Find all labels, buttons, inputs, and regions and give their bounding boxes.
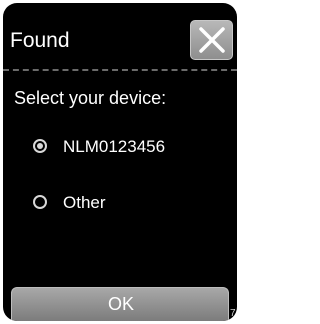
header-divider: [3, 69, 237, 71]
device-option-other[interactable]: Other: [33, 190, 213, 216]
close-button[interactable]: [190, 20, 233, 60]
close-icon: [199, 27, 225, 53]
device-screen: Found Select your device: NLM0123456 Oth…: [3, 3, 237, 321]
device-option-nlm0123456[interactable]: NLM0123456: [33, 134, 213, 160]
radio-dot-icon: [37, 143, 43, 149]
ok-button[interactable]: OK: [11, 287, 229, 321]
radio-button[interactable]: [33, 195, 47, 209]
page-title: Found: [10, 29, 70, 52]
device-frame: Found Select your device: NLM0123456 Oth…: [0, 0, 240, 324]
header-bar: Found: [3, 3, 237, 65]
option-label: Other: [63, 193, 106, 212]
ok-button-label: OK: [107, 294, 134, 314]
selection-prompt: Select your device:: [14, 88, 167, 108]
option-label: NLM0123456: [63, 137, 166, 156]
page-number: 7: [230, 308, 236, 319]
radio-button-selected[interactable]: [33, 139, 47, 153]
